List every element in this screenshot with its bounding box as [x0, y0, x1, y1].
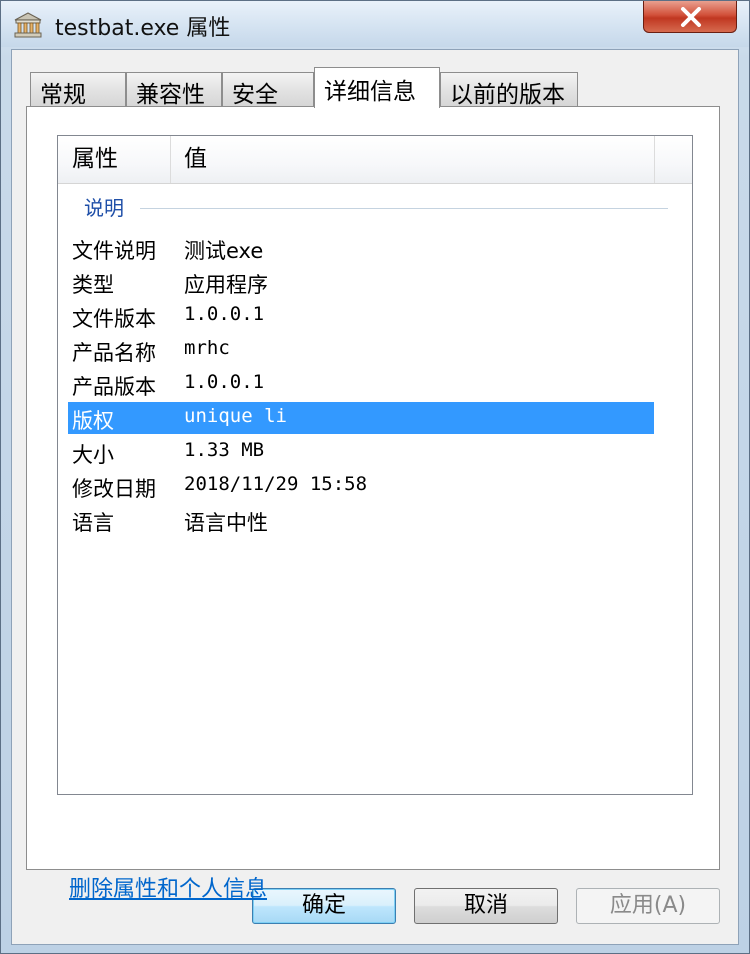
dialog-body: 常规 兼容性 安全 详细信息 以前的版本 属性 值 说明 文件说明 测试exe [11, 49, 739, 945]
table-row[interactable]: 类型 应用程序 [68, 266, 654, 298]
tab-security[interactable]: 安全 [222, 72, 314, 108]
tab-general[interactable]: 常规 [30, 72, 126, 108]
table-row[interactable]: 文件版本 1.0.0.1 [68, 300, 654, 332]
cancel-button[interactable]: 取消 [414, 888, 558, 924]
row-value: 测试exe [184, 239, 264, 263]
window-title: testbat.exe 属性 [55, 16, 231, 41]
row-value: mrhc [184, 337, 230, 359]
row-value: 语言中性 [184, 511, 268, 535]
list-header: 属性 值 [58, 136, 692, 184]
table-row[interactable]: 文件说明 测试exe [68, 232, 654, 264]
close-icon [681, 7, 701, 27]
row-value: 应用程序 [184, 273, 268, 297]
group-divider [140, 208, 668, 209]
row-value: unique li [184, 405, 287, 427]
close-button[interactable] [643, 1, 737, 33]
row-key: 文件说明 [72, 239, 156, 263]
tab-details[interactable]: 详细信息 [314, 67, 440, 108]
group-label-description: 说明 [84, 196, 124, 220]
row-key: 产品版本 [72, 375, 156, 399]
row-key: 大小 [72, 443, 114, 467]
table-row[interactable]: 大小 1.33 MB [68, 436, 654, 468]
table-row[interactable]: 修改日期 2018/11/29 15:58 [68, 470, 654, 502]
details-listview[interactable]: 属性 值 说明 文件说明 测试exe 类型 应用程序 文件版本 1.0.0.1 … [57, 135, 693, 795]
details-panel: 属性 值 说明 文件说明 测试exe 类型 应用程序 文件版本 1.0.0.1 … [26, 106, 720, 902]
row-key: 版权 [72, 409, 114, 433]
row-key: 修改日期 [72, 477, 156, 501]
remove-properties-link[interactable]: 删除属性和个人信息 [69, 871, 267, 903]
tab-compatibility[interactable]: 兼容性 [126, 72, 222, 108]
ok-button[interactable]: 确定 [252, 888, 396, 924]
column-header-value[interactable]: 值 [170, 136, 654, 183]
row-key: 语言 [72, 511, 114, 535]
properties-window: testbat.exe 属性 常规 兼容性 安全 详细信息 以前的版本 属性 值… [0, 0, 750, 954]
row-value: 1.33 MB [184, 439, 265, 461]
row-key: 类型 [72, 273, 114, 297]
column-header-property[interactable]: 属性 [58, 136, 170, 183]
apply-button[interactable]: 应用(A) [576, 888, 720, 924]
row-key: 产品名称 [72, 341, 156, 365]
table-row[interactable]: 语言 语言中性 [68, 504, 654, 536]
row-value: 2018/11/29 15:58 [184, 473, 368, 495]
file-properties-icon [13, 11, 43, 39]
table-row[interactable]: 产品版本 1.0.0.1 [68, 368, 654, 400]
title-bar[interactable]: testbat.exe 属性 [1, 1, 749, 47]
column-divider[interactable] [654, 136, 655, 183]
row-key: 文件版本 [72, 307, 156, 331]
table-row-selected[interactable]: 版权 unique li [68, 402, 654, 434]
row-value: 1.0.0.1 [184, 371, 265, 393]
row-value: 1.0.0.1 [184, 303, 265, 325]
tab-previous-versions[interactable]: 以前的版本 [440, 72, 578, 108]
table-row[interactable]: 产品名称 mrhc [68, 334, 654, 366]
